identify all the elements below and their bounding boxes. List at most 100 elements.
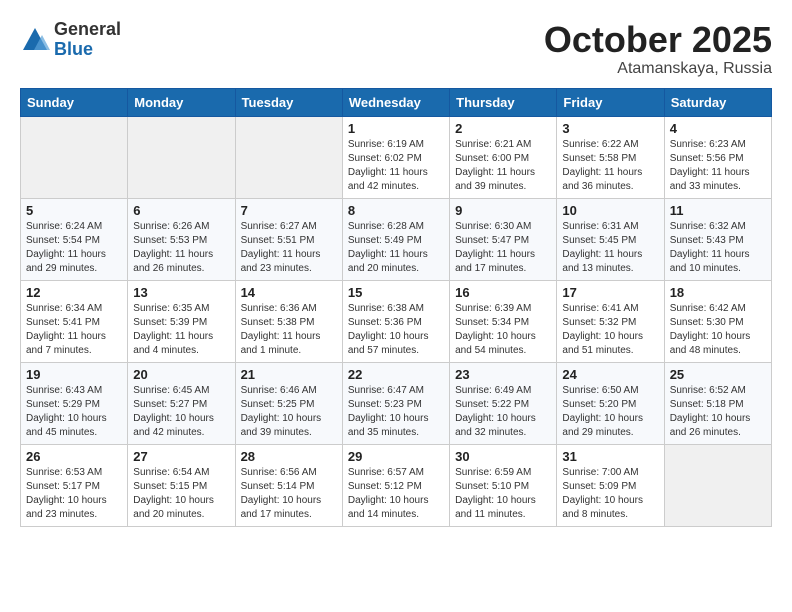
day-number: 15 — [348, 285, 444, 300]
day-info: Sunrise: 6:42 AM Sunset: 5:30 PM Dayligh… — [670, 302, 766, 358]
calendar-cell: 23 Sunrise: 6:49 AM Sunset: 5:22 PM Dayli… — [450, 362, 557, 444]
logo: General Blue — [20, 20, 121, 60]
day-number: 8 — [348, 203, 444, 218]
day-number: 16 — [455, 285, 551, 300]
day-info: Sunrise: 6:45 AM Sunset: 5:27 PM Dayligh… — [133, 384, 229, 440]
day-number: 20 — [133, 367, 229, 382]
logo-general-text: General — [54, 20, 121, 40]
calendar-table: SundayMondayTuesdayWednesdayThursdayFrid… — [20, 88, 772, 527]
calendar-cell: 17 Sunrise: 6:41 AM Sunset: 5:32 PM Dayli… — [557, 280, 664, 362]
calendar-cell: 3Sunrise: 6:22 AM Sunset: 5:58 PM Daylig… — [557, 116, 664, 198]
day-number: 31 — [562, 449, 658, 464]
calendar-cell: 28 Sunrise: 6:56 AM Sunset: 5:14 PM Dayli… — [235, 444, 342, 526]
day-number: 24 — [562, 367, 658, 382]
day-number: 13 — [133, 285, 229, 300]
day-number: 23 — [455, 367, 551, 382]
calendar-cell: 1 Sunrise: 6:19 AM Sunset: 6:02 PM Daylig… — [342, 116, 449, 198]
calendar-cell: 13 Sunrise: 6:35 AM Sunset: 5:39 PM Dayli… — [128, 280, 235, 362]
day-info: Sunrise: 6:30 AM Sunset: 5:47 PM Dayligh… — [455, 220, 551, 276]
day-info: Sunrise: 6:43 AM Sunset: 5:29 PM Dayligh… — [26, 384, 122, 440]
day-info: Sunrise: 6:26 AM Sunset: 5:53 PM Dayligh… — [133, 220, 229, 276]
day-info: Sunrise: 6:23 AM Sunset: 5:56 PM Dayligh… — [670, 138, 766, 194]
day-info: Sunrise: 6:32 AM Sunset: 5:43 PM Dayligh… — [670, 220, 766, 276]
day-number: 28 — [241, 449, 337, 464]
weekday-header-saturday: Saturday — [664, 88, 771, 116]
day-number: 10 — [562, 203, 658, 218]
day-number: 26 — [26, 449, 122, 464]
title-block: October 2025 Atamanskaya, Russia — [544, 20, 772, 78]
day-info: Sunrise: 6:19 AM Sunset: 6:02 PM Dayligh… — [348, 138, 444, 194]
day-info: Sunrise: 6:53 AM Sunset: 5:17 PM Dayligh… — [26, 466, 122, 522]
weekday-header-monday: Monday — [128, 88, 235, 116]
day-number: 29 — [348, 449, 444, 464]
day-info: Sunrise: 6:34 AM Sunset: 5:41 PM Dayligh… — [26, 302, 122, 358]
calendar-cell: 27Sunrise: 6:54 AM Sunset: 5:15 PM Dayli… — [128, 444, 235, 526]
day-info: Sunrise: 6:39 AM Sunset: 5:34 PM Dayligh… — [455, 302, 551, 358]
month-title: October 2025 — [544, 20, 772, 60]
calendar-cell — [664, 444, 771, 526]
calendar-week-row: 26 Sunrise: 6:53 AM Sunset: 5:17 PM Dayli… — [21, 444, 772, 526]
day-info: Sunrise: 6:54 AM Sunset: 5:15 PM Dayligh… — [133, 466, 229, 522]
weekday-header-thursday: Thursday — [450, 88, 557, 116]
calendar-cell: 30 Sunrise: 6:59 AM Sunset: 5:10 PM Dayli… — [450, 444, 557, 526]
calendar-cell: 31 Sunrise: 7:00 AM Sunset: 5:09 PM Dayli… — [557, 444, 664, 526]
calendar-cell: 24Sunrise: 6:50 AM Sunset: 5:20 PM Dayli… — [557, 362, 664, 444]
calendar-week-row: 1 Sunrise: 6:19 AM Sunset: 6:02 PM Daylig… — [21, 116, 772, 198]
calendar-week-row: 19 Sunrise: 6:43 AM Sunset: 5:29 PM Dayli… — [21, 362, 772, 444]
calendar-cell — [21, 116, 128, 198]
calendar-cell: 10 Sunrise: 6:31 AM Sunset: 5:45 PM Dayli… — [557, 198, 664, 280]
calendar-week-row: 12 Sunrise: 6:34 AM Sunset: 5:41 PM Dayli… — [21, 280, 772, 362]
calendar-cell: 8Sunrise: 6:28 AM Sunset: 5:49 PM Daylig… — [342, 198, 449, 280]
weekday-header-sunday: Sunday — [21, 88, 128, 116]
calendar-cell: 29 Sunrise: 6:57 AM Sunset: 5:12 PM Dayli… — [342, 444, 449, 526]
day-info: Sunrise: 6:49 AM Sunset: 5:22 PM Dayligh… — [455, 384, 551, 440]
day-number: 4 — [670, 121, 766, 136]
calendar-cell: 19 Sunrise: 6:43 AM Sunset: 5:29 PM Dayli… — [21, 362, 128, 444]
calendar-cell: 22 Sunrise: 6:47 AM Sunset: 5:23 PM Dayli… — [342, 362, 449, 444]
weekday-header-row: SundayMondayTuesdayWednesdayThursdayFrid… — [21, 88, 772, 116]
day-number: 5 — [26, 203, 122, 218]
day-info: Sunrise: 6:46 AM Sunset: 5:25 PM Dayligh… — [241, 384, 337, 440]
day-number: 17 — [562, 285, 658, 300]
calendar-cell: 20 Sunrise: 6:45 AM Sunset: 5:27 PM Dayli… — [128, 362, 235, 444]
day-info: Sunrise: 6:27 AM Sunset: 5:51 PM Dayligh… — [241, 220, 337, 276]
day-number: 12 — [26, 285, 122, 300]
logo-blue-text: Blue — [54, 40, 121, 60]
day-number: 14 — [241, 285, 337, 300]
day-info: Sunrise: 6:56 AM Sunset: 5:14 PM Dayligh… — [241, 466, 337, 522]
calendar-cell: 21 Sunrise: 6:46 AM Sunset: 5:25 PM Dayli… — [235, 362, 342, 444]
calendar-cell: 18 Sunrise: 6:42 AM Sunset: 5:30 PM Dayli… — [664, 280, 771, 362]
day-number: 1 — [348, 121, 444, 136]
day-number: 30 — [455, 449, 551, 464]
weekday-header-wednesday: Wednesday — [342, 88, 449, 116]
logo-text: General Blue — [54, 20, 121, 60]
day-number: 6 — [133, 203, 229, 218]
calendar-week-row: 5Sunrise: 6:24 AM Sunset: 5:54 PM Daylig… — [21, 198, 772, 280]
calendar-cell: 16 Sunrise: 6:39 AM Sunset: 5:34 PM Dayli… — [450, 280, 557, 362]
day-info: Sunrise: 6:41 AM Sunset: 5:32 PM Dayligh… — [562, 302, 658, 358]
logo-icon — [20, 25, 50, 55]
weekday-header-tuesday: Tuesday — [235, 88, 342, 116]
day-info: Sunrise: 6:52 AM Sunset: 5:18 PM Dayligh… — [670, 384, 766, 440]
day-info: Sunrise: 6:31 AM Sunset: 5:45 PM Dayligh… — [562, 220, 658, 276]
day-info: Sunrise: 6:35 AM Sunset: 5:39 PM Dayligh… — [133, 302, 229, 358]
day-number: 21 — [241, 367, 337, 382]
day-info: Sunrise: 6:59 AM Sunset: 5:10 PM Dayligh… — [455, 466, 551, 522]
calendar-cell: 11Sunrise: 6:32 AM Sunset: 5:43 PM Dayli… — [664, 198, 771, 280]
day-number: 9 — [455, 203, 551, 218]
day-number: 18 — [670, 285, 766, 300]
calendar-cell: 9 Sunrise: 6:30 AM Sunset: 5:47 PM Daylig… — [450, 198, 557, 280]
day-number: 2 — [455, 121, 551, 136]
day-number: 19 — [26, 367, 122, 382]
calendar-cell: 15Sunrise: 6:38 AM Sunset: 5:36 PM Dayli… — [342, 280, 449, 362]
location-subtitle: Atamanskaya, Russia — [544, 60, 772, 78]
day-info: Sunrise: 6:36 AM Sunset: 5:38 PM Dayligh… — [241, 302, 337, 358]
day-info: Sunrise: 6:47 AM Sunset: 5:23 PM Dayligh… — [348, 384, 444, 440]
weekday-header-friday: Friday — [557, 88, 664, 116]
day-info: Sunrise: 6:57 AM Sunset: 5:12 PM Dayligh… — [348, 466, 444, 522]
day-number: 7 — [241, 203, 337, 218]
day-info: Sunrise: 6:22 AM Sunset: 5:58 PM Dayligh… — [562, 138, 658, 194]
day-info: Sunrise: 7:00 AM Sunset: 5:09 PM Dayligh… — [562, 466, 658, 522]
day-number: 22 — [348, 367, 444, 382]
calendar-cell: 5Sunrise: 6:24 AM Sunset: 5:54 PM Daylig… — [21, 198, 128, 280]
